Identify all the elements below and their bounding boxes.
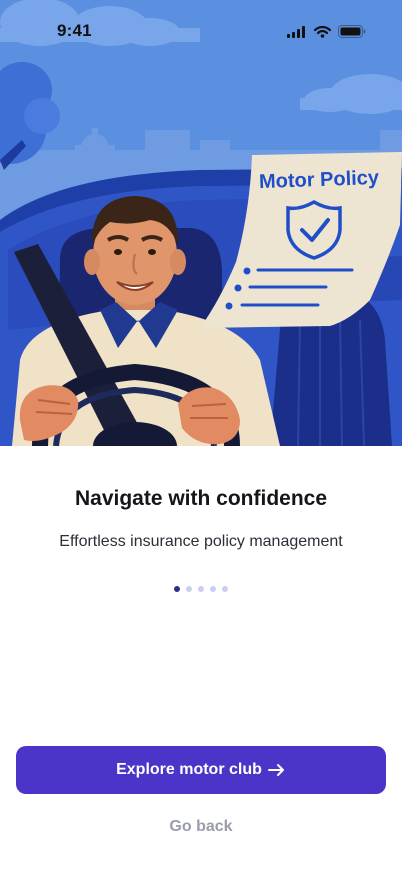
status-icons	[287, 25, 366, 38]
driver-illustration	[0, 0, 402, 446]
wifi-icon	[314, 25, 331, 38]
page-dot[interactable]	[186, 586, 192, 592]
battery-icon	[338, 25, 366, 38]
page-dot[interactable]	[198, 586, 204, 592]
page-dot[interactable]	[174, 586, 180, 592]
onboarding-subtitle: Effortless insurance policy management	[59, 533, 343, 550]
status-bar: 9:41	[0, 0, 402, 54]
page-dot[interactable]	[210, 586, 216, 592]
explore-button-label: Explore motor club	[116, 761, 262, 778]
arrow-right-icon	[267, 764, 284, 776]
cellular-signal-icon	[287, 25, 305, 38]
page-dot[interactable]	[222, 586, 228, 592]
status-time: 9:41	[57, 21, 92, 40]
page-indicator	[0, 586, 402, 592]
go-back-button[interactable]: Go back	[0, 818, 402, 836]
policy-title: Motor Policy	[258, 166, 380, 194]
onboarding-title: Navigate with confidence	[74, 487, 328, 510]
explore-motor-club-button[interactable]: Explore motor club	[16, 746, 386, 794]
hero-illustration: Motor Policy 9:41	[0, 0, 402, 446]
